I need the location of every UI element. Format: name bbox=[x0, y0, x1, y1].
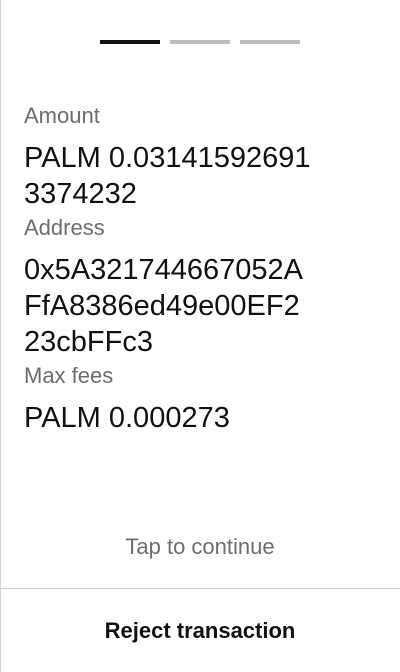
address-value-line-3: 23cbFFc3 bbox=[24, 326, 153, 358]
step-progress bbox=[100, 40, 300, 44]
amount-label: Amount bbox=[24, 103, 100, 128]
progress-step-3 bbox=[240, 40, 300, 44]
address-label: Address bbox=[24, 215, 105, 240]
tap-to-continue[interactable]: Tap to continue bbox=[0, 532, 400, 562]
amount-value: PALM 0.03141592691 3374232 bbox=[24, 140, 376, 212]
address-value-line-2: FfA8386ed49e00EF2 bbox=[24, 290, 300, 322]
max-fees-value: PALM 0.000273 bbox=[24, 402, 230, 434]
reject-transaction-button[interactable]: Reject transaction bbox=[0, 589, 400, 672]
address-value: 0x5A321744667052A FfA8386ed49e00EF2 23cb… bbox=[24, 252, 376, 360]
progress-step-1 bbox=[100, 40, 160, 44]
amount-value-line-2: 3374232 bbox=[24, 178, 137, 210]
transaction-review: Amount PALM 0.03141592691 3374232 Addres… bbox=[24, 102, 376, 438]
progress-step-2 bbox=[170, 40, 230, 44]
amount-value-line-1: PALM 0.03141592691 bbox=[24, 142, 311, 174]
left-border bbox=[0, 0, 1, 672]
address-value-line-1: 0x5A321744667052A bbox=[24, 254, 303, 286]
max-fees-label: Max fees bbox=[24, 363, 114, 388]
